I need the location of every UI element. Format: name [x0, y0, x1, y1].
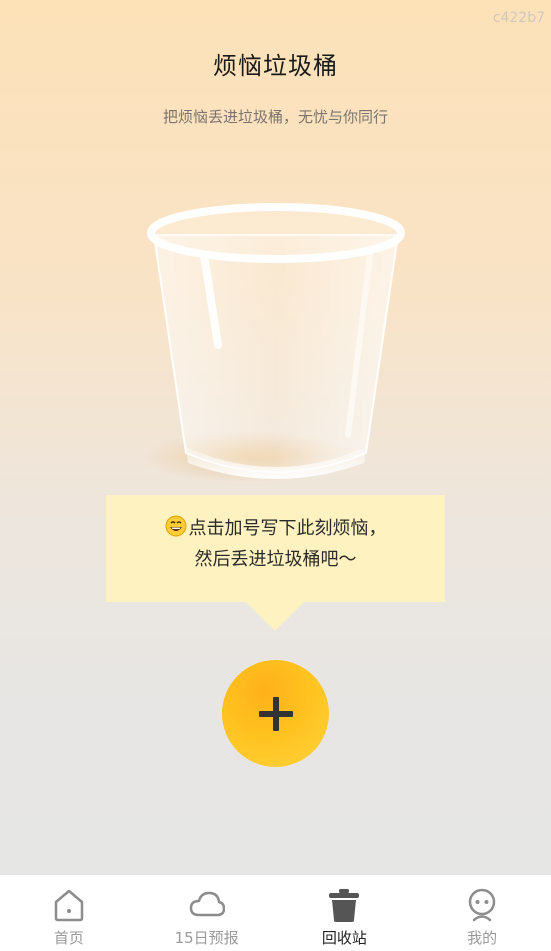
tab-recycle-bin[interactable]: 回收站: [276, 875, 414, 951]
bubble-tail: [245, 601, 305, 631]
tab-recycle-bin-label: 回收站: [321, 929, 367, 947]
tab-mine[interactable]: 我的: [413, 875, 551, 951]
tab-home-label: 首页: [53, 929, 84, 947]
plus-icon: [258, 696, 293, 731]
page-subtitle: 把烦恼丢进垃圾桶，无忧与你同行: [162, 108, 388, 126]
tab-forecast-label: 15日预报: [174, 929, 239, 947]
page-title: 烦恼垃圾桶: [213, 52, 338, 80]
hint-line-2: 然后丢进垃圾桶吧～: [194, 549, 357, 570]
hint-bubble: 点击加号写下此刻烦恼， 然后丢进垃圾桶吧～: [106, 495, 445, 602]
trash-icon: [329, 889, 360, 922]
tab-mine-label: 我的: [467, 929, 498, 947]
grinning-face-icon: [165, 515, 186, 537]
watermark-text: c422b7: [492, 10, 545, 26]
tab-forecast[interactable]: 15日预报: [138, 875, 276, 951]
bottom-tab-bar: 首页 15日预报 回收站 我的: [0, 874, 551, 951]
trash-cup-illustration: [143, 203, 405, 483]
tab-home[interactable]: 首页: [0, 875, 138, 951]
home-icon: [54, 889, 84, 922]
profile-icon: [468, 888, 496, 922]
hint-line-1: 点击加号写下此刻烦恼，: [106, 513, 445, 544]
cloud-icon: [189, 891, 225, 917]
add-worry-button[interactable]: [222, 660, 329, 767]
